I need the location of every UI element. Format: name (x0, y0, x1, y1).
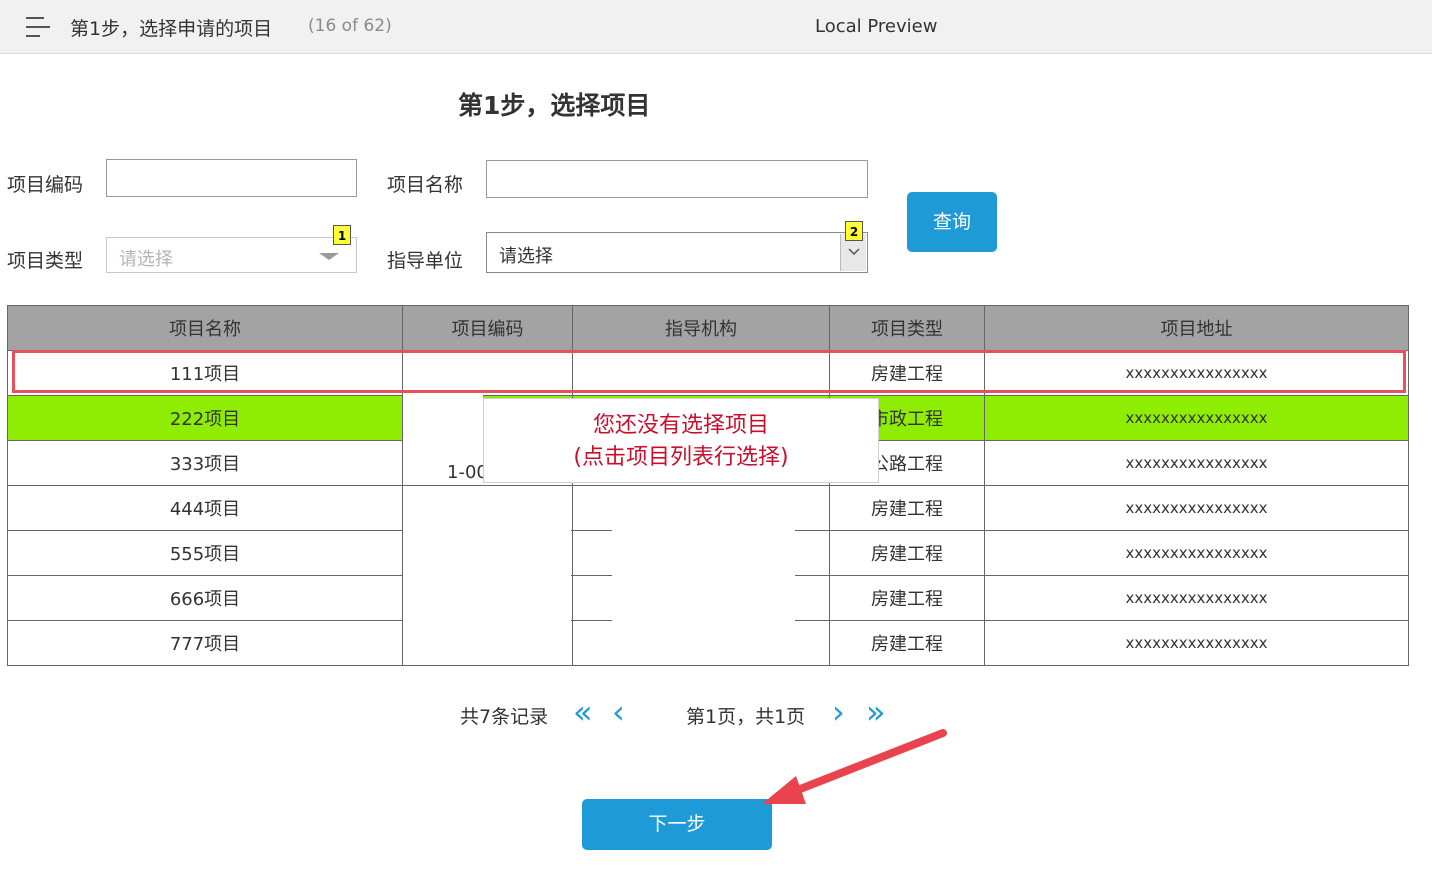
cell-type: 房建工程 (829, 530, 985, 576)
cell-type: 房建工程 (829, 485, 985, 531)
type-placeholder: 请选择 (119, 249, 173, 270)
column-header: 项目名称 (7, 305, 403, 351)
org-badge: 2 (845, 221, 863, 241)
top-bar: 第1步，选择申请的项目 (16 of 62) Local Preview (0, 0, 1432, 54)
selection-highlight (12, 350, 1406, 393)
type-label: 项目类型 (7, 250, 84, 272)
last-page-icon[interactable]: » (866, 692, 886, 732)
cell-type: 房建工程 (829, 575, 985, 621)
first-page-icon[interactable]: « (573, 692, 593, 732)
cell-name: 666项目 (7, 575, 403, 621)
chevron-down-icon (319, 253, 339, 260)
pager-info: 第1页，共1页 (686, 706, 806, 728)
slide-title: 第1步，选择申请的项目 (70, 18, 273, 40)
column-header: 项目编码 (402, 305, 573, 351)
cell-addr: xxxxxxxxxxxxxxxx (984, 530, 1409, 576)
cell-name: 333项目 (7, 440, 403, 486)
tooltip-line: (点击项目列表行选择) (573, 445, 789, 470)
cell-type: 房建工程 (829, 620, 985, 666)
next-page-icon[interactable]: › (832, 692, 845, 732)
cell-addr: xxxxxxxxxxxxxxxx (984, 395, 1409, 441)
next-step-button[interactable]: 下一步 (582, 799, 772, 850)
chevron-down-icon (848, 248, 860, 256)
code-fragment: 1-00 (447, 462, 488, 483)
redaction-mask (612, 486, 795, 663)
cell-name: 555项目 (7, 530, 403, 576)
column-header: 项目类型 (829, 305, 985, 351)
type-select[interactable]: 请选择 (106, 237, 357, 273)
code-label: 项目编码 (7, 174, 84, 196)
column-header: 项目地址 (984, 305, 1409, 351)
redaction-mask (403, 486, 571, 663)
cell-addr: xxxxxxxxxxxxxxxx (984, 620, 1409, 666)
cell-addr: xxxxxxxxxxxxxxxx (984, 440, 1409, 486)
selection-tooltip: 您还没有选择项目 (点击项目列表行选择) (483, 398, 879, 483)
slide-counter: (16 of 62) (308, 16, 392, 36)
prev-page-icon[interactable]: ‹ (612, 692, 625, 732)
menu-icon[interactable] (26, 17, 52, 39)
cell-name: 444项目 (7, 485, 403, 531)
type-badge: 1 (333, 225, 351, 245)
org-value: 请选择 (499, 246, 553, 267)
org-select[interactable]: 请选择 (486, 232, 868, 273)
cell-addr: xxxxxxxxxxxxxxxx (984, 485, 1409, 531)
pager-total: 共7条记录 (460, 706, 549, 728)
tooltip-line: 您还没有选择项目 (592, 413, 769, 438)
page-title: 第1步，选择项目 (458, 91, 651, 120)
table-header-row: 项目名称 项目编码 指导机构 项目类型 项目地址 (7, 305, 1409, 351)
column-header: 指导机构 (572, 305, 830, 351)
org-label: 指导单位 (387, 250, 464, 272)
cell-name: 777项目 (7, 620, 403, 666)
cell-addr: xxxxxxxxxxxxxxxx (984, 575, 1409, 621)
preview-label: Local Preview (815, 16, 938, 37)
name-label: 项目名称 (387, 174, 464, 196)
cell-name: 222项目 (7, 395, 403, 441)
query-button[interactable]: 查询 (907, 192, 997, 252)
name-input[interactable] (486, 160, 868, 198)
code-input[interactable] (106, 159, 357, 197)
